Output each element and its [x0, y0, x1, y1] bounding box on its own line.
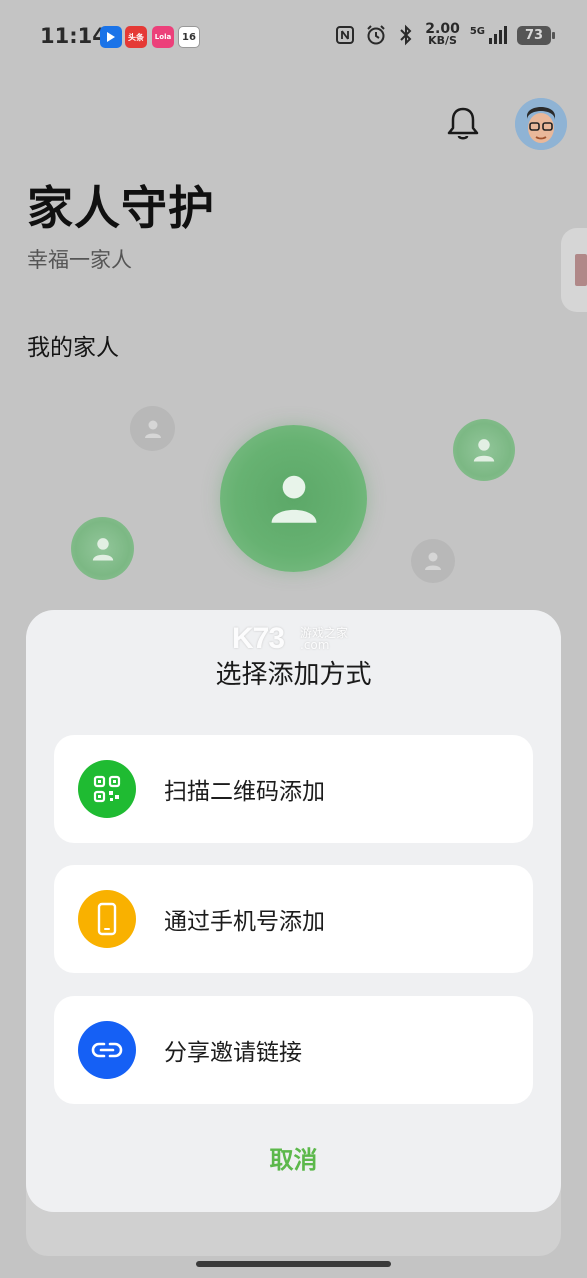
app-notification-icon [100, 26, 122, 48]
page-title: 家人守护 [27, 181, 215, 235]
network-speed: 2.00 KB/S [425, 21, 460, 47]
page-subtitle: 幸福一家人 [27, 248, 132, 272]
avatar[interactable] [515, 98, 567, 150]
toutiao-notification-icon: 头条 [125, 26, 147, 48]
status-icons: 2.00 KB/S 5G 73 [335, 21, 555, 47]
link-icon [78, 1021, 136, 1079]
lola-notification-icon: Lola [152, 26, 174, 48]
qr-code-icon [78, 760, 136, 818]
self-member-bubble[interactable] [220, 425, 367, 572]
side-floating-tab[interactable] [561, 228, 587, 312]
sheet-title: 选择添加方式 [215, 660, 372, 690]
status-time: 11:14 [40, 24, 107, 48]
nfc-icon [336, 26, 355, 44]
watermark-domain: .com [300, 638, 330, 652]
watermark-logo: K73 游戏之家 .com [232, 622, 362, 658]
calendar-notification-icon: 16 [178, 26, 200, 48]
family-member-bubble[interactable] [71, 517, 134, 580]
scan-qr-option[interactable]: 扫描二维码添加 [54, 735, 533, 843]
family-member-bubble[interactable] [411, 539, 455, 583]
phone-number-label: 通过手机号添加 [164, 909, 325, 935]
share-link-option[interactable]: 分享邀请链接 [54, 996, 533, 1104]
section-title-my-family: 我的家人 [27, 335, 119, 361]
phone-number-option[interactable]: 通过手机号添加 [54, 865, 533, 973]
share-link-label: 分享邀请链接 [164, 1040, 302, 1066]
watermark-k73: K73 [232, 622, 285, 655]
cancel-button[interactable]: 取消 [0, 1140, 587, 1175]
signal-icon: 5G [470, 26, 507, 44]
family-member-bubble[interactable] [130, 406, 175, 451]
family-member-bubble[interactable] [453, 419, 515, 481]
alarm-icon [367, 25, 385, 45]
scan-qr-label: 扫描二维码添加 [164, 779, 325, 805]
status-bar: 11:14 头条 Lola 16 2.00 KB/S 5G 73 [0, 0, 587, 76]
home-indicator[interactable] [196, 1261, 391, 1267]
bell-icon[interactable] [443, 104, 483, 144]
battery-icon: 73 [517, 25, 555, 45]
bluetooth-icon [400, 24, 412, 46]
side-tab-marker [575, 254, 587, 286]
phone-icon [78, 890, 136, 948]
